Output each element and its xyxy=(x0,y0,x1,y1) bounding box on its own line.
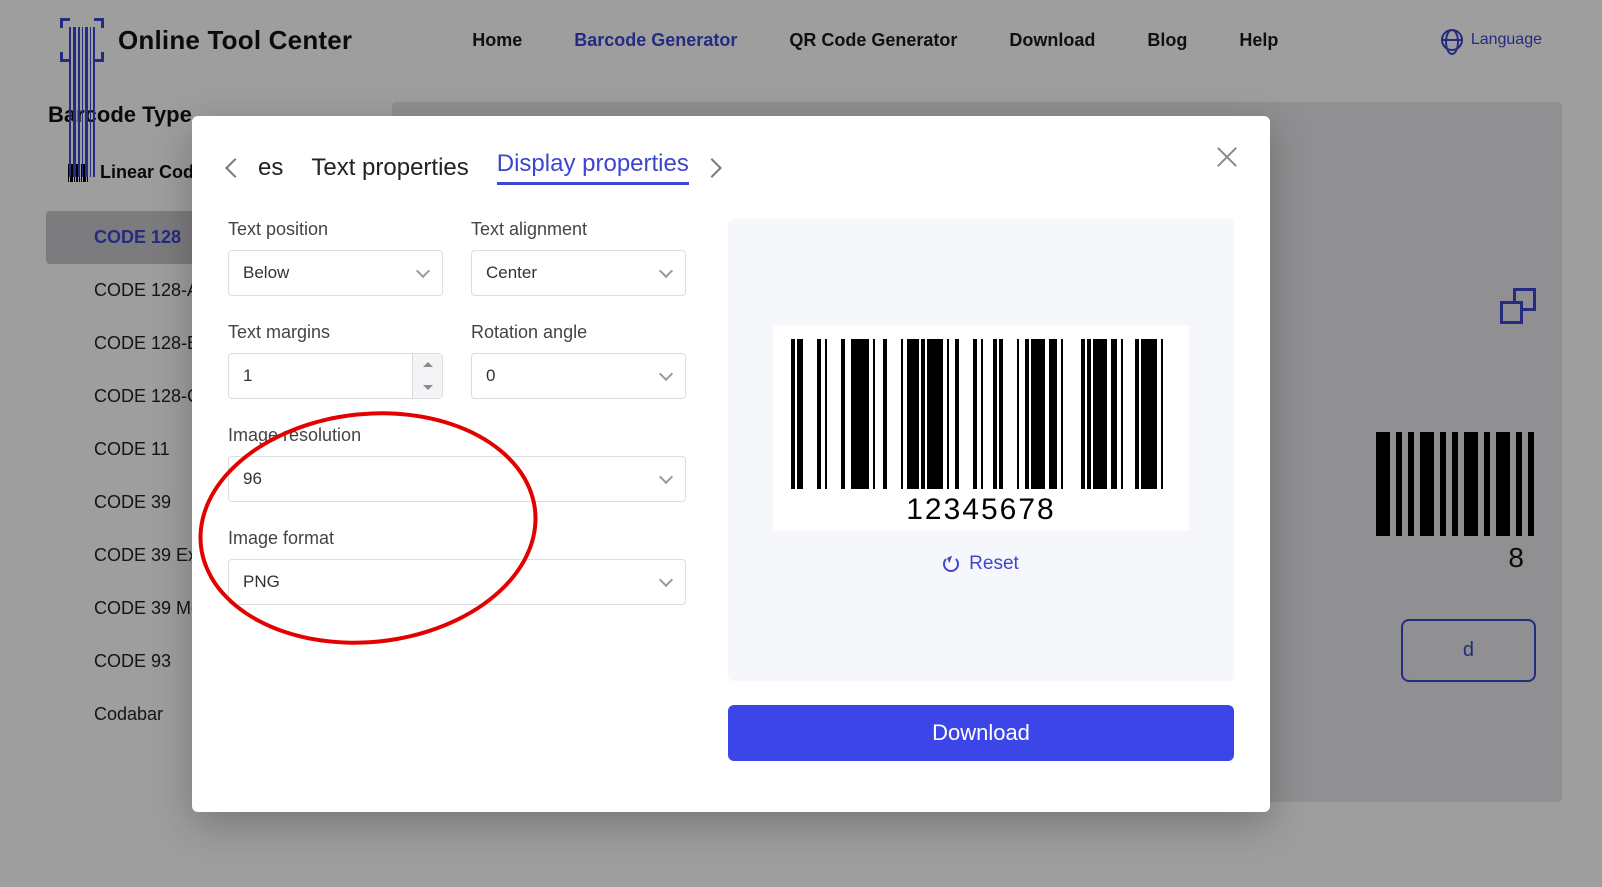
close-icon[interactable] xyxy=(1214,144,1240,170)
barcode-text: 12345678 xyxy=(906,493,1055,527)
label-image-format: Image format xyxy=(228,528,686,549)
tab-scroll-right-icon[interactable] xyxy=(702,158,722,178)
chevron-down-icon xyxy=(659,264,673,278)
tab-display-properties[interactable]: Display properties xyxy=(497,150,689,185)
select-rotation-angle[interactable]: 0 xyxy=(471,353,686,399)
tab-text-properties[interactable]: Text properties xyxy=(311,154,468,182)
label-text-margins: Text margins xyxy=(228,322,443,343)
select-text-position[interactable]: Below xyxy=(228,250,443,296)
reset-button[interactable]: Reset xyxy=(943,553,1019,575)
label-text-alignment: Text alignment xyxy=(471,219,686,240)
stepper-up-icon[interactable] xyxy=(413,354,442,376)
select-image-format[interactable]: PNG xyxy=(228,559,686,605)
chevron-down-icon xyxy=(659,367,673,381)
barcode-image: 12345678 xyxy=(773,325,1189,531)
stepper-down-icon[interactable] xyxy=(413,376,442,398)
download-button[interactable]: Download xyxy=(728,705,1234,761)
reset-label: Reset xyxy=(969,553,1019,575)
settings-modal: es Text properties Display properties Te… xyxy=(192,116,1270,812)
select-text-position-value: Below xyxy=(243,263,289,283)
label-rotation-angle: Rotation angle xyxy=(471,322,686,343)
input-text-margins-value: 1 xyxy=(243,366,252,386)
modal-tabs: es Text properties Display properties xyxy=(228,150,1234,185)
reset-icon xyxy=(943,556,959,572)
select-rotation-angle-value: 0 xyxy=(486,366,495,386)
select-text-alignment-value: Center xyxy=(486,263,537,283)
select-text-alignment[interactable]: Center xyxy=(471,250,686,296)
chevron-down-icon xyxy=(659,470,673,484)
tab-scroll-left-icon[interactable] xyxy=(225,158,245,178)
chevron-down-icon xyxy=(416,264,430,278)
barcode-preview: 12345678 Reset xyxy=(728,219,1234,681)
chevron-down-icon xyxy=(659,573,673,587)
label-text-position: Text position xyxy=(228,219,443,240)
select-image-resolution[interactable]: 96 xyxy=(228,456,686,502)
label-image-resolution: Image resolution xyxy=(228,425,686,446)
input-text-margins[interactable]: 1 xyxy=(228,353,443,399)
select-image-resolution-value: 96 xyxy=(243,469,262,489)
select-image-format-value: PNG xyxy=(243,572,280,592)
tab-truncated[interactable]: es xyxy=(258,154,283,182)
